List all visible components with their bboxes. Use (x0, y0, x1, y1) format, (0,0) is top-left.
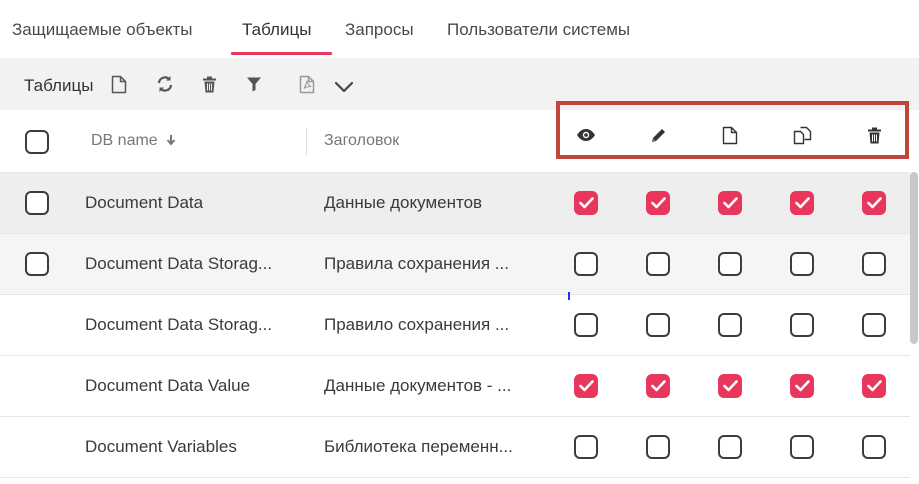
cell-title: Данные документов (324, 193, 483, 212)
permission-checkbox-edit[interactable] (646, 374, 670, 398)
table-row[interactable]: Document Variables Библиотека переменн... (0, 417, 910, 478)
chevron-down-icon[interactable] (334, 77, 354, 97)
sort-arrow-down-icon (166, 135, 176, 146)
permission-checkbox-edit[interactable] (646, 191, 670, 215)
permission-checkbox-view[interactable] (574, 435, 598, 459)
permission-checkbox-view[interactable] (574, 191, 598, 215)
checkmark-icon (867, 380, 882, 392)
permission-checkbox-view[interactable] (574, 313, 598, 337)
cell-title: Правило сохранения ... (324, 315, 510, 334)
permission-checkbox-view[interactable] (574, 374, 598, 398)
table-scrollbar[interactable] (910, 172, 918, 344)
permission-checkbox-create[interactable] (718, 374, 742, 398)
permission-checkbox-copy[interactable] (790, 191, 814, 215)
row-select-checkbox[interactable] (25, 252, 49, 276)
checkmark-icon (723, 197, 738, 209)
eye-icon (575, 124, 597, 146)
cell-db-name: Document Variables (85, 437, 237, 456)
select-all-checkbox[interactable] (25, 130, 49, 154)
column-header-db-name[interactable]: DB name (91, 132, 176, 150)
cell-title: Данные документов - ... (324, 376, 512, 395)
permission-checkbox-delete[interactable] (862, 374, 886, 398)
pencil-icon (647, 124, 669, 146)
table-row[interactable]: Document Data Storag... Правило сохранени… (0, 295, 910, 356)
permission-checkbox-create[interactable] (718, 252, 742, 276)
permission-checkbox-delete[interactable] (862, 435, 886, 459)
permission-checkbox-view[interactable] (574, 252, 598, 276)
column-header-title[interactable]: Заголовок (324, 132, 399, 150)
toolbar-title: Таблицы (24, 76, 94, 95)
cell-db-name: Document Data Value (85, 376, 251, 395)
checkmark-icon (579, 380, 594, 392)
permission-checkbox-copy[interactable] (790, 313, 814, 337)
table-row[interactable]: Document Data Value Данные документов - .… (0, 356, 910, 417)
tab-protected-objects[interactable]: Защищаемые объекты (12, 20, 193, 40)
document-icon (719, 124, 741, 146)
permission-checkbox-copy[interactable] (790, 374, 814, 398)
checkmark-icon (723, 380, 738, 392)
table-header: DB name Заголовок (0, 110, 910, 173)
active-tab-indicator (231, 52, 332, 55)
column-separator (306, 128, 307, 156)
pdf-icon[interactable] (297, 74, 317, 94)
permission-checkbox-edit[interactable] (646, 313, 670, 337)
checkmark-icon (795, 197, 810, 209)
permissions-table: DB name Заголовок Document Data Данные до… (0, 110, 910, 484)
refresh-icon[interactable] (155, 74, 175, 94)
copy-icon (791, 124, 813, 146)
trash-icon[interactable] (199, 74, 219, 94)
permission-checkbox-delete[interactable] (862, 313, 886, 337)
tab-queries[interactable]: Запросы (345, 20, 414, 40)
permission-checkbox-copy[interactable] (790, 435, 814, 459)
tab-bar: Защищаемые объекты Таблицы Запросы Польз… (0, 0, 919, 57)
permission-checkbox-edit[interactable] (646, 435, 670, 459)
checkmark-icon (651, 197, 666, 209)
cell-db-name: Document Data (85, 193, 204, 212)
table-row[interactable]: Document Data Storag... Правила сохранени… (0, 234, 910, 295)
checkmark-icon (579, 197, 594, 209)
checkmark-icon (651, 380, 666, 392)
trash-icon (863, 124, 885, 146)
filter-icon[interactable] (244, 74, 264, 94)
tab-tables[interactable]: Таблицы (242, 20, 311, 40)
cell-title: Правила сохранения ... (324, 254, 509, 273)
permission-checkbox-copy[interactable] (790, 252, 814, 276)
cell-title: Библиотека переменн... (324, 437, 513, 456)
table-row[interactable]: Document Data Данные документов (0, 173, 910, 234)
row-select-checkbox[interactable] (25, 191, 49, 215)
permission-checkbox-create[interactable] (718, 191, 742, 215)
checkmark-icon (867, 197, 882, 209)
permission-checkbox-create[interactable] (718, 435, 742, 459)
permission-checkbox-delete[interactable] (862, 252, 886, 276)
new-document-icon[interactable] (109, 74, 129, 94)
cell-db-name: Document Data Storag... (85, 315, 273, 334)
text-cursor (568, 292, 570, 300)
permission-checkbox-create[interactable] (718, 313, 742, 337)
permission-checkbox-edit[interactable] (646, 252, 670, 276)
permission-checkbox-delete[interactable] (862, 191, 886, 215)
checkmark-icon (795, 380, 810, 392)
toolbar: Таблицы (0, 58, 919, 110)
tab-system-users[interactable]: Пользователи системы (447, 20, 630, 40)
cell-db-name: Document Data Storag... (85, 254, 273, 273)
